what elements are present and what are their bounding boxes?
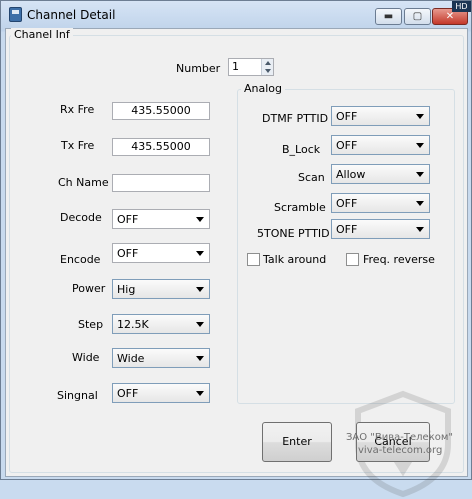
rx-frequency-label: Rx Fre	[60, 103, 95, 116]
scramble-select[interactable]: OFF	[331, 193, 430, 213]
channel-detail-window: Channel Detail ▬ ▢ ✕ HD Chanel Inf Numbe…	[0, 0, 472, 498]
dropdown-arrow-icon	[416, 172, 424, 177]
minimize-button[interactable]: ▬	[375, 8, 402, 25]
step-value: 12.5K	[117, 318, 149, 331]
hd-badge: HD	[452, 1, 471, 12]
five-tone-pttid-select[interactable]: OFF	[331, 219, 430, 239]
wide-label: Wide	[72, 351, 100, 364]
signal-value: OFF	[117, 387, 139, 400]
wide-value: Wide	[117, 352, 145, 365]
scan-label: Scan	[298, 171, 325, 184]
dtmf-pttid-label: DTMF PTTID	[262, 112, 329, 125]
watermark-company-text: ЗАО "Вива-Телеком"	[346, 432, 453, 443]
maximize-button[interactable]: ▢	[404, 8, 431, 25]
dtmf-pttid-value: OFF	[336, 110, 358, 123]
number-label: Number	[176, 62, 221, 75]
enter-button[interactable]: Enter	[262, 422, 332, 462]
talk-around-label: Talk around	[263, 253, 327, 266]
busy-lock-value: OFF	[336, 139, 358, 152]
decode-select[interactable]: OFF	[112, 209, 210, 229]
dropdown-arrow-icon	[196, 322, 204, 327]
decode-value: OFF	[117, 213, 139, 226]
power-label: Power	[72, 282, 106, 295]
busy-lock-select[interactable]: OFF	[331, 135, 430, 155]
dropdown-arrow-icon	[416, 114, 424, 119]
dropdown-arrow-icon	[196, 287, 204, 292]
dropdown-arrow-icon	[196, 391, 204, 396]
dialog-client-area: Chanel Inf Number 1 Rx Fre 435.55000 Tx …	[5, 28, 468, 498]
title-bar[interactable]: Channel Detail ▬ ▢ ✕ HD	[1, 1, 471, 27]
power-value: Hig	[117, 283, 136, 296]
dropdown-arrow-icon	[196, 217, 204, 222]
window-title: Channel Detail	[27, 8, 116, 22]
scan-value: Allow	[336, 168, 366, 181]
step-label: Step	[78, 318, 104, 331]
step-select[interactable]: 12.5K	[112, 314, 210, 334]
scramble-label: Scramble	[274, 201, 326, 214]
decode-label: Decode	[60, 211, 102, 224]
signal-select[interactable]: OFF	[112, 383, 210, 403]
dropdown-arrow-icon	[416, 201, 424, 206]
dropdown-arrow-icon	[196, 251, 204, 256]
encode-value: OFF	[117, 247, 139, 260]
rx-frequency-input[interactable]: 435.55000	[112, 102, 210, 120]
channel-info-group-title: Chanel Inf	[11, 28, 73, 41]
encode-select[interactable]: OFF	[112, 243, 210, 263]
dropdown-arrow-icon	[196, 356, 204, 361]
encode-label: Encode	[60, 253, 101, 266]
spin-down-arrow-icon[interactable]	[261, 67, 273, 75]
number-spinner[interactable]: 1	[228, 58, 274, 76]
channel-name-input[interactable]	[112, 174, 210, 192]
scramble-value: OFF	[336, 197, 358, 210]
tx-frequency-label: Tx Fre	[61, 139, 95, 152]
spin-up-arrow-icon[interactable]	[261, 59, 273, 67]
signal-label: Singnal	[57, 389, 98, 402]
freq-reverse-checkbox[interactable]	[346, 253, 359, 266]
scan-select[interactable]: Allow	[331, 164, 430, 184]
freq-reverse-label: Freq. reverse	[363, 253, 435, 266]
five-tone-pttid-value: OFF	[336, 223, 358, 236]
power-select[interactable]: Hig	[112, 279, 210, 299]
radio-icon	[9, 7, 22, 22]
busy-lock-label: B_Lock	[282, 143, 321, 156]
channel-name-label: Ch Name	[58, 176, 109, 189]
five-tone-pttid-label: 5TONE PTTID	[257, 227, 330, 240]
wide-select[interactable]: Wide	[112, 348, 210, 368]
dropdown-arrow-icon	[416, 143, 424, 148]
talk-around-checkbox[interactable]	[247, 253, 260, 266]
dropdown-arrow-icon	[416, 227, 424, 232]
tx-frequency-input[interactable]: 435.55000	[112, 138, 210, 156]
watermark-url-text: viva-telecom.org	[358, 445, 443, 456]
analog-group-title: Analog	[241, 82, 286, 95]
dtmf-pttid-select[interactable]: OFF	[331, 106, 430, 126]
